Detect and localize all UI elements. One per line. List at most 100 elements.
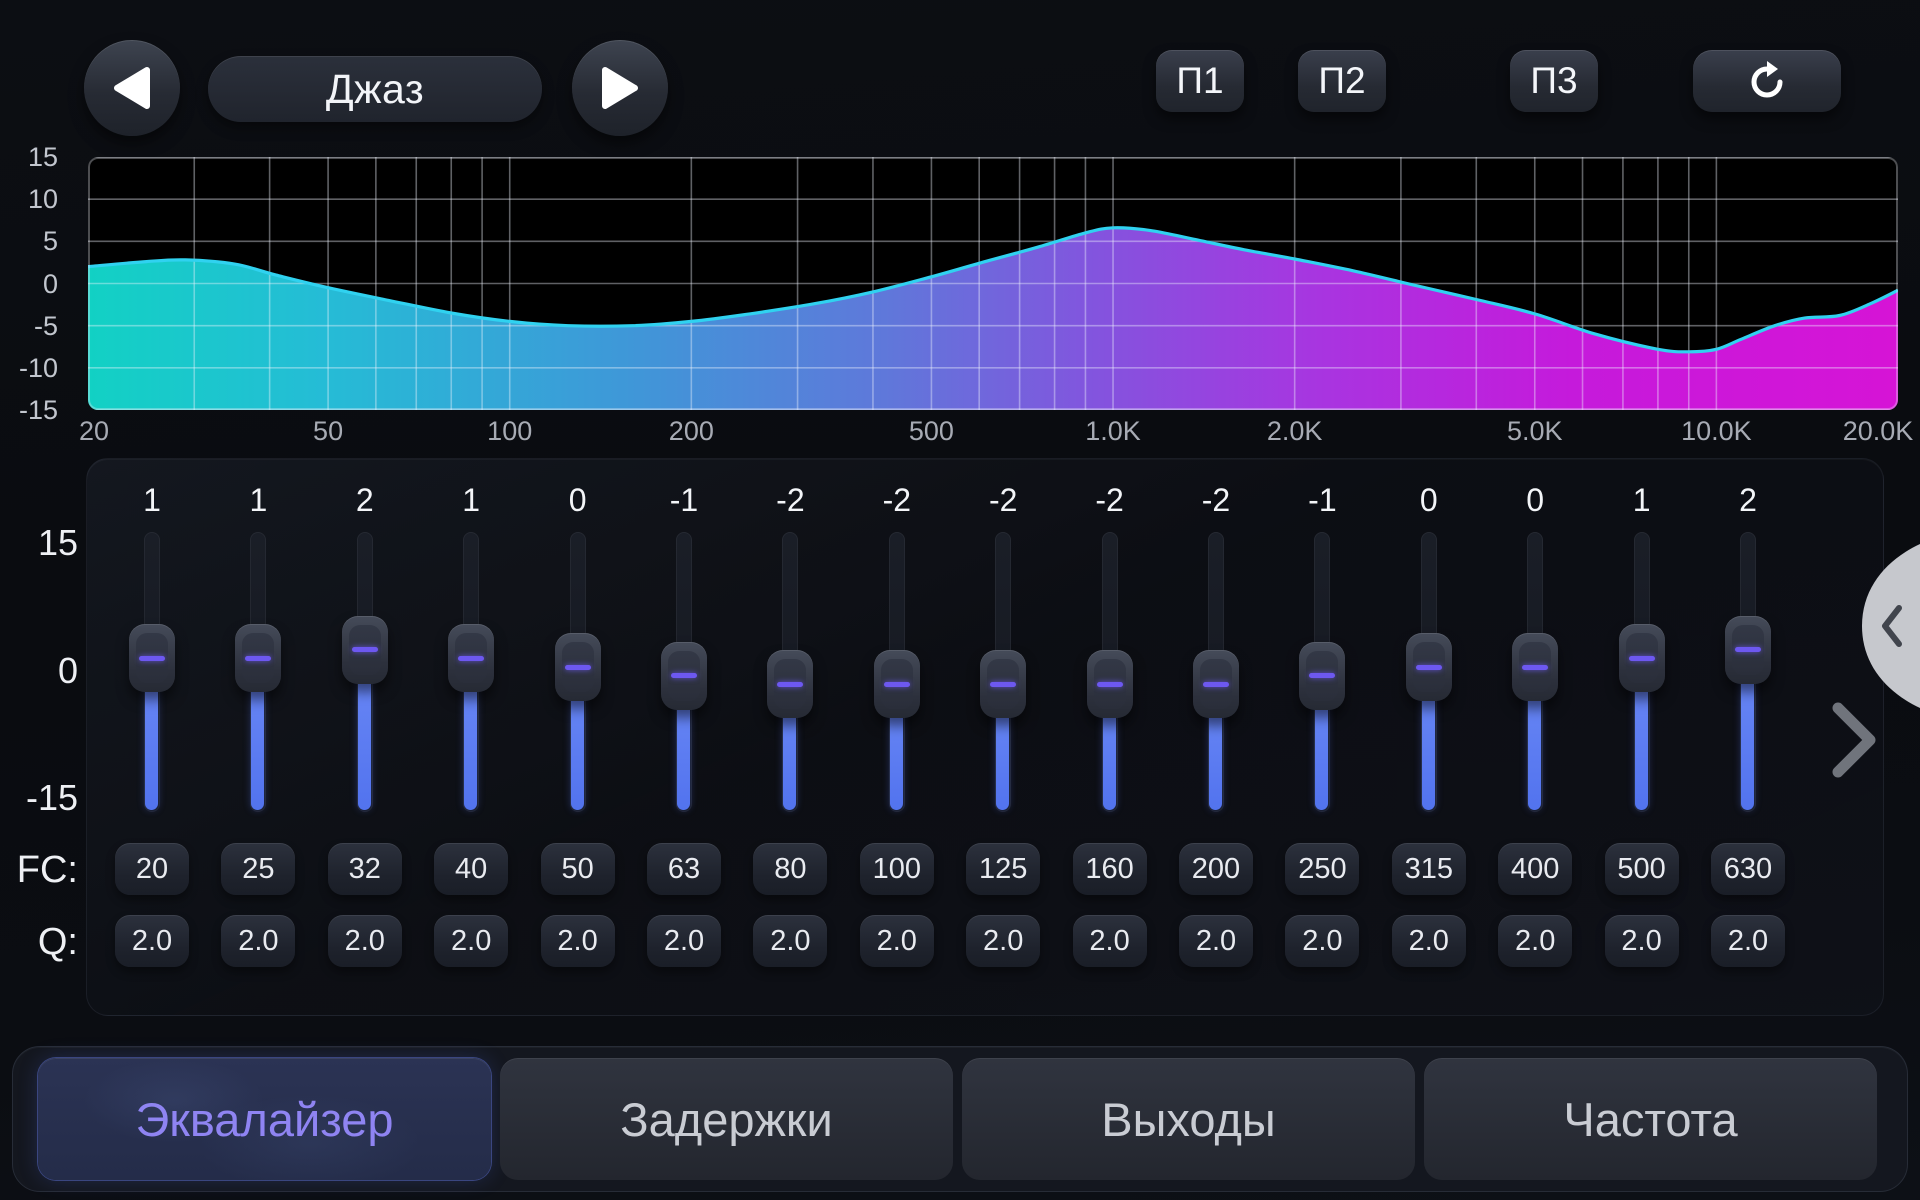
band-slider-thumb[interactable] xyxy=(874,650,920,718)
preset-name[interactable]: Джаз xyxy=(208,56,542,122)
tab-label: Задержки xyxy=(620,1092,833,1147)
band-slider-thumb[interactable] xyxy=(129,624,175,692)
band-fc-value[interactable]: 630 xyxy=(1711,843,1785,895)
y-axis-tick-label: 5 xyxy=(0,227,58,255)
band-q-value[interactable]: 2.0 xyxy=(541,915,615,967)
band-slider-thumb[interactable] xyxy=(661,642,707,710)
band-slider-thumb[interactable] xyxy=(448,624,494,692)
band-fc-value[interactable]: 250 xyxy=(1285,843,1359,895)
eq-band: 1 25 2.0 xyxy=(205,470,311,1010)
x-axis-tick-label: 2.0K xyxy=(1267,416,1323,447)
bottom-tab-bar: Эквалайзер Задержки ВыходыЧастота xyxy=(12,1046,1908,1192)
eq-band: -2 125 2.0 xyxy=(950,470,1056,1010)
slider-thumb-dash-icon xyxy=(139,656,165,661)
band-q-value[interactable]: 2.0 xyxy=(1605,915,1679,967)
band-q-value[interactable]: 2.0 xyxy=(1498,915,1572,967)
band-fc-value[interactable]: 500 xyxy=(1605,843,1679,895)
band-slider-thumb[interactable] xyxy=(1087,650,1133,718)
band-q-value[interactable]: 2.0 xyxy=(1392,915,1466,967)
eq-band: 0 50 2.0 xyxy=(525,470,631,1010)
band-fc-value[interactable]: 50 xyxy=(541,843,615,895)
reset-button[interactable] xyxy=(1693,50,1841,112)
band-gain-value: 1 xyxy=(418,482,524,519)
eq-band: 0 400 2.0 xyxy=(1482,470,1588,1010)
tab-equalizer[interactable]: Эквалайзер xyxy=(38,1058,491,1180)
y-axis-tick-label: 15 xyxy=(0,143,58,171)
band-fc-value[interactable]: 400 xyxy=(1498,843,1572,895)
band-q-value[interactable]: 2.0 xyxy=(1711,915,1785,967)
band-fc-value[interactable]: 315 xyxy=(1392,843,1466,895)
band-gain-value: -2 xyxy=(844,482,950,519)
x-axis-tick-label: 20 xyxy=(79,416,109,447)
band-slider-thumb[interactable] xyxy=(1619,624,1665,692)
preset-next-button[interactable] xyxy=(572,40,668,136)
memory-preset-1-button[interactable]: П1 xyxy=(1156,50,1244,112)
band-q-value[interactable]: 2.0 xyxy=(1179,915,1253,967)
tab-delays[interactable]: Задержки xyxy=(500,1058,953,1180)
side-panel-handle[interactable] xyxy=(1858,538,1920,714)
band-fc-value[interactable]: 40 xyxy=(434,843,508,895)
band-slider-thumb[interactable] xyxy=(235,624,281,692)
band-q-value[interactable]: 2.0 xyxy=(221,915,295,967)
right-triangle-icon xyxy=(601,66,639,110)
tab-frequency[interactable]: Частота xyxy=(1424,1058,1877,1180)
band-fc-value[interactable]: 160 xyxy=(1073,843,1147,895)
band-q-value[interactable]: 2.0 xyxy=(115,915,189,967)
band-fc-value[interactable]: 20 xyxy=(115,843,189,895)
band-gain-value: -2 xyxy=(950,482,1056,519)
band-gain-value: 1 xyxy=(99,482,205,519)
band-slider-thumb[interactable] xyxy=(1193,650,1239,718)
eq-curve-chart xyxy=(88,157,1898,410)
x-axis-tick-label: 10.0K xyxy=(1681,416,1752,447)
x-axis-tick-label: 200 xyxy=(669,416,714,447)
band-slider-thumb[interactable] xyxy=(980,650,1026,718)
eq-band: 1 40 2.0 xyxy=(418,470,524,1010)
band-q-value[interactable]: 2.0 xyxy=(328,915,402,967)
memory-preset-2-button[interactable]: П2 xyxy=(1298,50,1386,112)
eq-band: 2 32 2.0 xyxy=(312,470,418,1010)
tab-outputs[interactable]: Выходы xyxy=(962,1058,1415,1180)
slider-thumb-dash-icon xyxy=(565,665,591,670)
band-q-value[interactable]: 2.0 xyxy=(860,915,934,967)
band-fc-value[interactable]: 125 xyxy=(966,843,1040,895)
band-fc-value[interactable]: 32 xyxy=(328,843,402,895)
y-axis-tick-label: -5 xyxy=(0,312,58,340)
expand-right-button[interactable] xyxy=(1828,700,1880,780)
band-fc-value[interactable]: 200 xyxy=(1179,843,1253,895)
slider-thumb-dash-icon xyxy=(1203,682,1229,687)
eq-band: -2 160 2.0 xyxy=(1057,470,1163,1010)
band-fc-value[interactable]: 100 xyxy=(860,843,934,895)
band-q-value[interactable]: 2.0 xyxy=(647,915,721,967)
band-slider-thumb[interactable] xyxy=(555,633,601,701)
slider-scale-max: 15 xyxy=(6,522,78,564)
band-slider-thumb[interactable] xyxy=(342,616,388,684)
eq-band: -2 100 2.0 xyxy=(844,470,950,1010)
band-slider-thumb[interactable] xyxy=(1406,633,1452,701)
x-axis-tick-label: 20.0K xyxy=(1843,416,1914,447)
band-gain-value: -1 xyxy=(631,482,737,519)
memory-preset-3-label: П3 xyxy=(1530,60,1577,102)
memory-preset-3-button[interactable]: П3 xyxy=(1510,50,1598,112)
band-slider-thumb[interactable] xyxy=(767,650,813,718)
band-gain-value: -2 xyxy=(1163,482,1269,519)
band-slider-thumb[interactable] xyxy=(1299,642,1345,710)
band-slider-thumb[interactable] xyxy=(1725,616,1771,684)
band-q-value[interactable]: 2.0 xyxy=(1073,915,1147,967)
band-q-value[interactable]: 2.0 xyxy=(966,915,1040,967)
memory-preset-1-label: П1 xyxy=(1176,60,1223,102)
slider-thumb-dash-icon xyxy=(1097,682,1123,687)
slider-thumb-dash-icon xyxy=(458,656,484,661)
band-q-value[interactable]: 2.0 xyxy=(1285,915,1359,967)
band-q-value[interactable]: 2.0 xyxy=(434,915,508,967)
band-slider-thumb[interactable] xyxy=(1512,633,1558,701)
band-q-value[interactable]: 2.0 xyxy=(753,915,827,967)
slider-thumb-dash-icon xyxy=(352,647,378,652)
y-axis-tick-label: 10 xyxy=(0,185,58,213)
band-fc-value[interactable]: 63 xyxy=(647,843,721,895)
y-axis-tick-label: -10 xyxy=(0,354,58,382)
band-fc-value[interactable]: 25 xyxy=(221,843,295,895)
band-fc-value[interactable]: 80 xyxy=(753,843,827,895)
preset-prev-button[interactable] xyxy=(84,40,180,136)
eq-band: -1 63 2.0 xyxy=(631,470,737,1010)
band-gain-value: -1 xyxy=(1269,482,1375,519)
